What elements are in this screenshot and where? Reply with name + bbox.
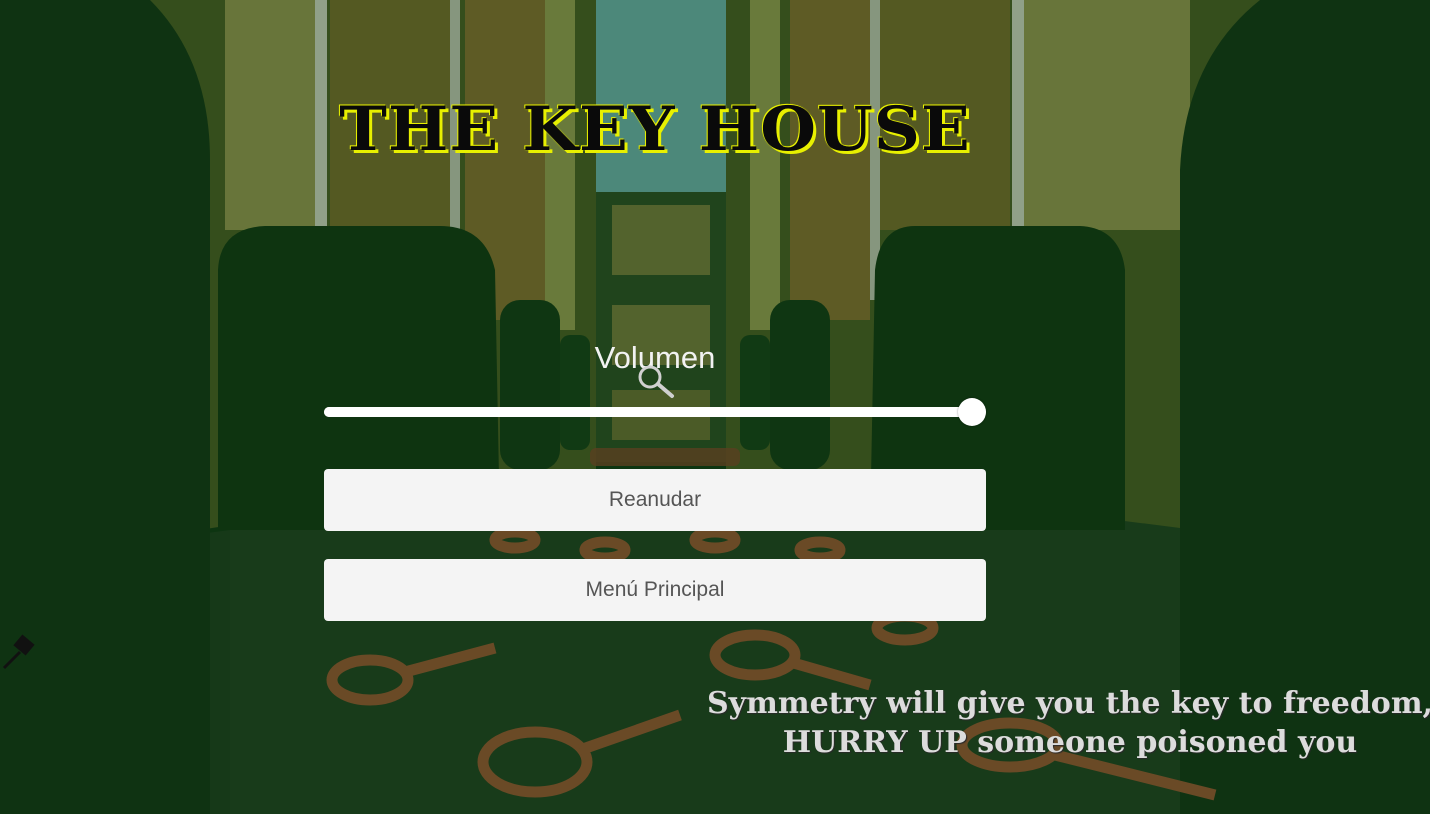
hint-line-1: Symmetry will give you the key to freedo… [706,686,1430,721]
magnifier-icon [638,365,674,398]
volume-slider-handle[interactable] [958,398,986,426]
hammer-cursor-icon [2,634,35,670]
main-menu-button[interactable]: Menú Principal [324,559,986,621]
game-title: THE KEY HOUSE [339,93,971,166]
resume-button[interactable]: Reanudar [324,469,986,531]
hint-text: Symmetry will give you the key to freedo… [690,684,1430,762]
volume-slider-fill [324,407,972,417]
left-pillar-near [0,0,210,814]
volume-slider[interactable] [324,397,986,427]
hint-line-2: HURRY UP someone poisoned you [782,725,1358,760]
